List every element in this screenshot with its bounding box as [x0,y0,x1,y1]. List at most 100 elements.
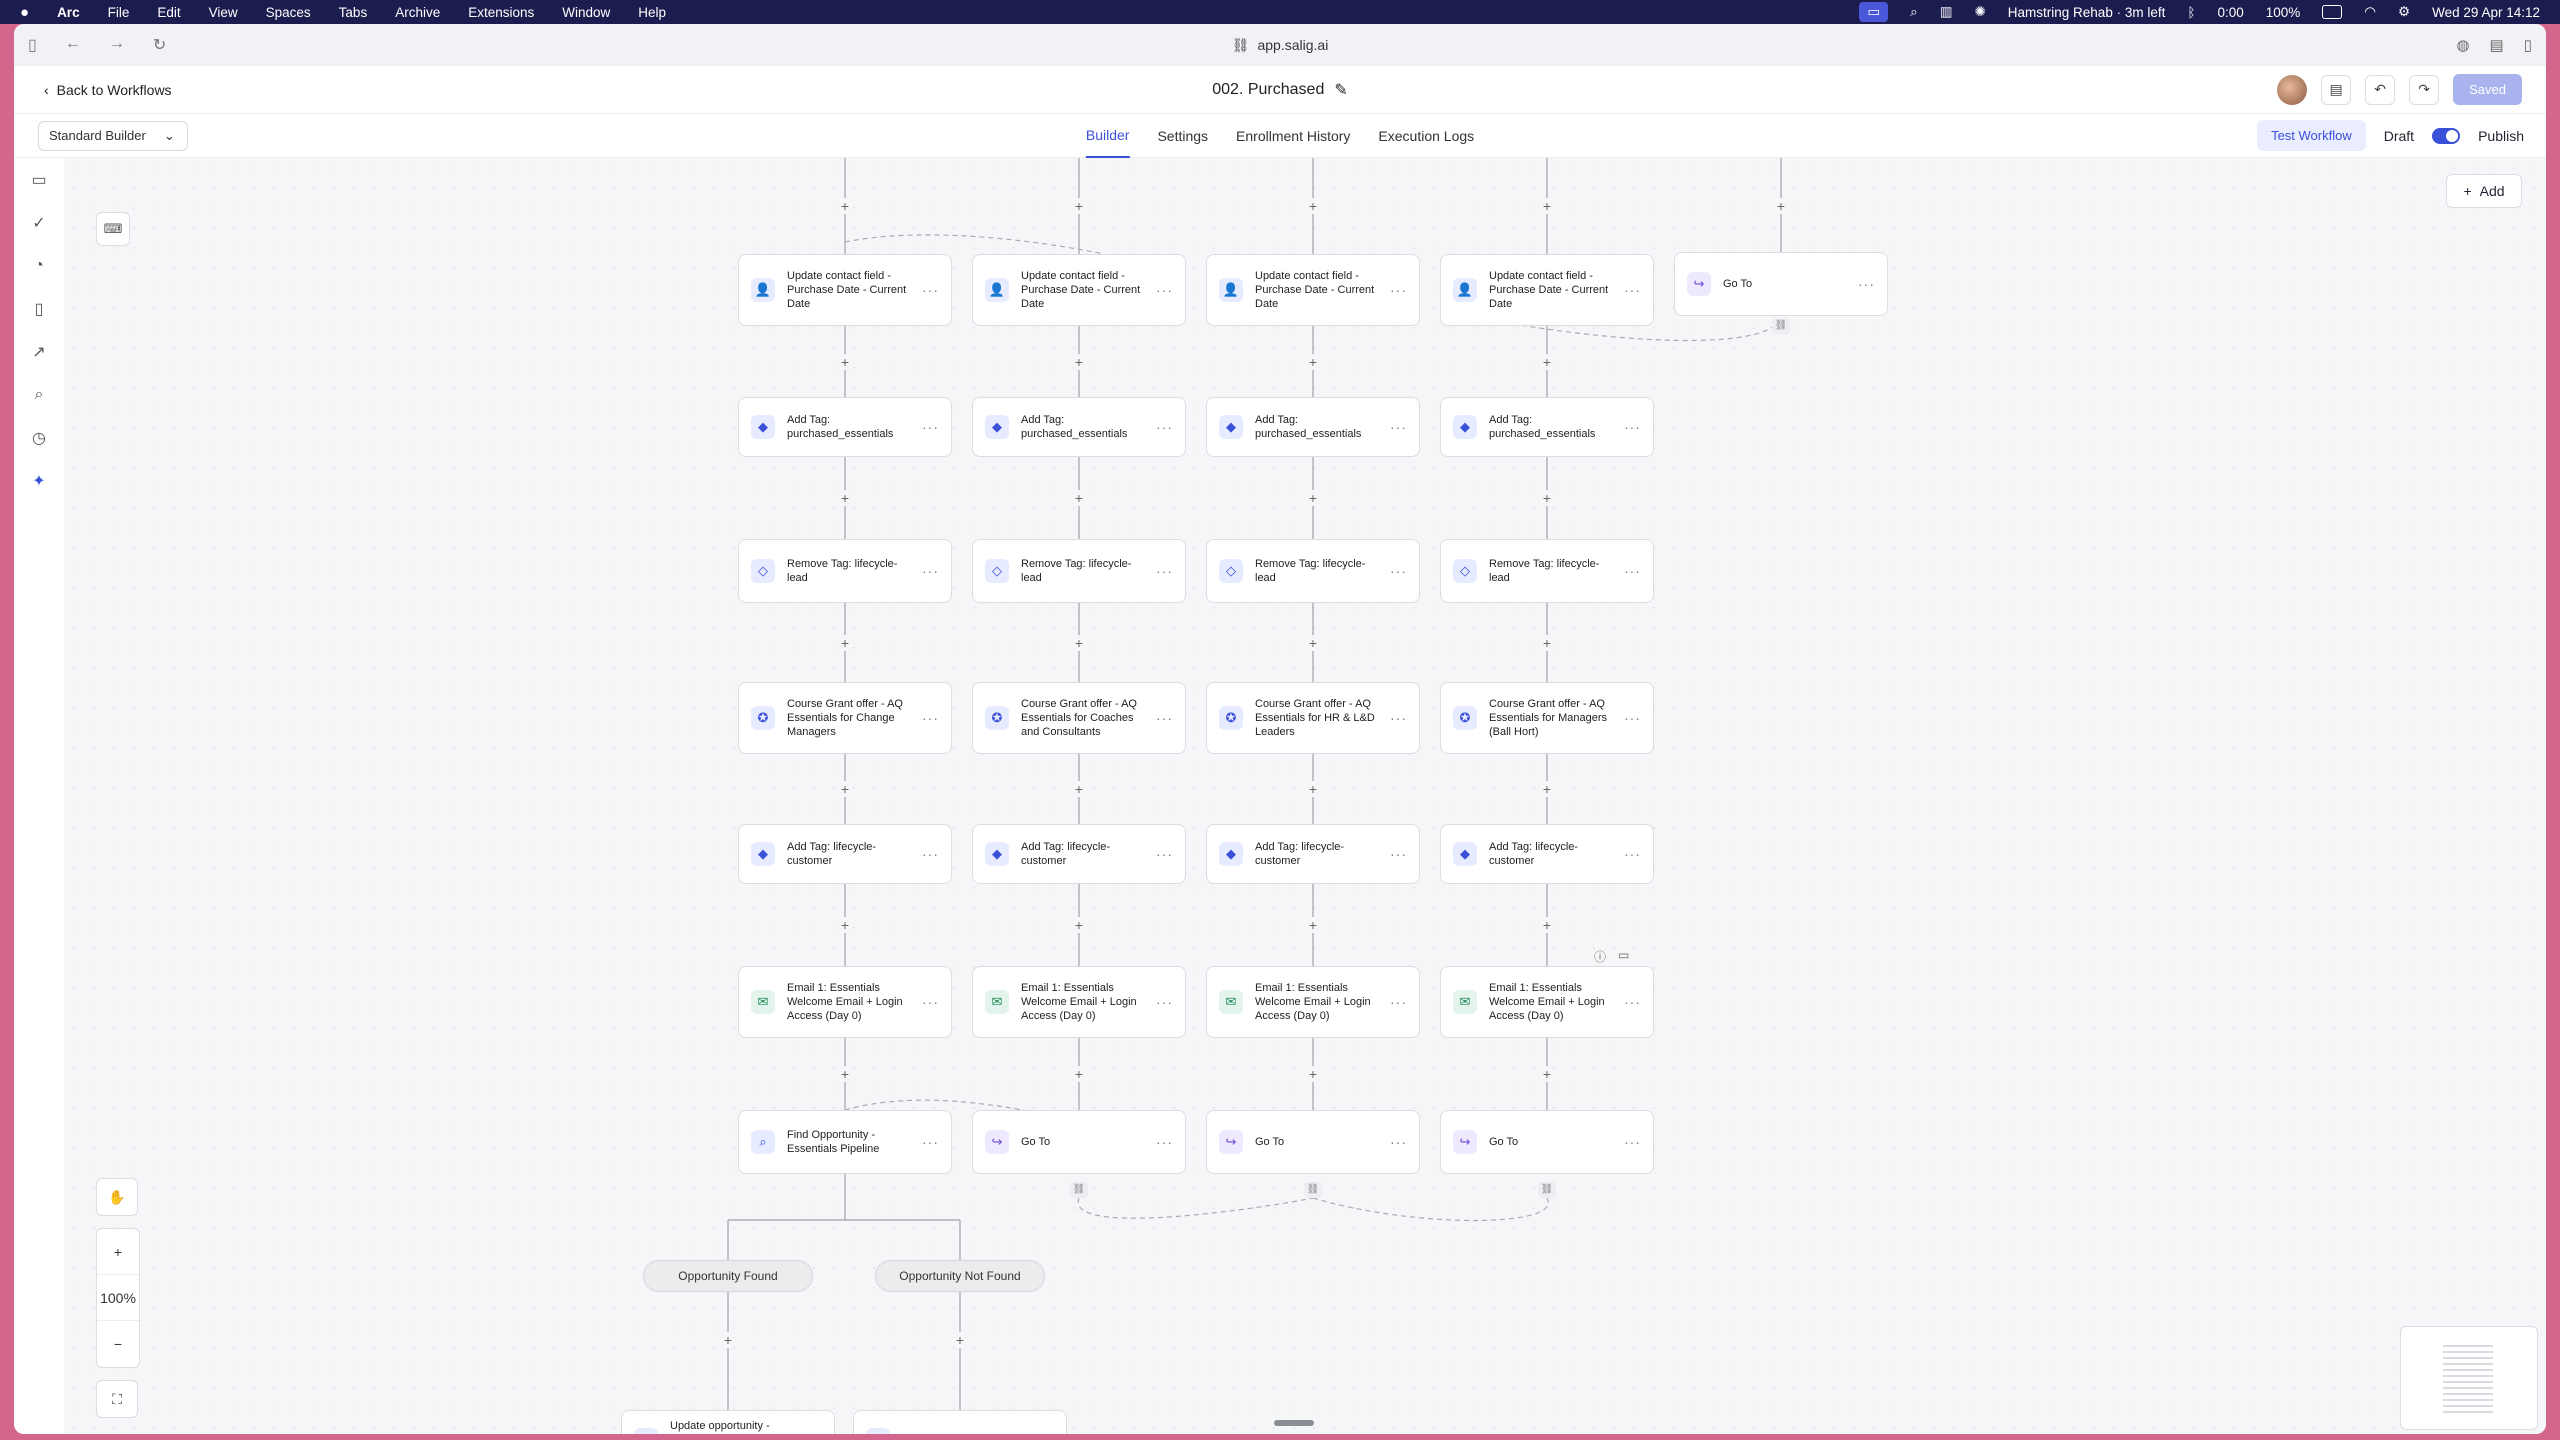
more-options-icon[interactable]: ··· [1037,1432,1054,1434]
workflow-node[interactable]: ↪ Go To ··· [1206,1110,1420,1174]
add-step-icon[interactable]: + [837,1066,853,1082]
more-options-icon[interactable]: ··· [1390,846,1407,862]
more-options-icon[interactable]: ··· [922,846,939,862]
workflow-node[interactable]: ↪ Go To ··· [1440,1110,1654,1174]
workflow-canvas[interactable]: + + + + + + + + + + + + + + + + + + + + + + + + + + + + + 👤 Update con… [64,158,2546,1434]
clock-icon[interactable]: ◷ [14,416,64,459]
goto-link-icon[interactable]: ⛓ [1070,1182,1088,1198]
add-step-icon[interactable]: + [1071,353,1087,370]
add-step-icon[interactable]: + [1539,781,1555,797]
brightness-icon[interactable]: ✺ [1974,4,1985,20]
hand-pan-icon[interactable]: ✋ [96,1178,138,1216]
more-options-icon[interactable]: ··· [922,282,939,298]
tab-execution-logs[interactable]: Execution Logs [1378,114,1474,158]
add-button[interactable]: + Add [2446,174,2522,208]
workflow-node[interactable]: ⌕ Create Opportunity ··· [853,1410,1067,1434]
workflow-node[interactable]: ◇ Remove Tag: lifecycle-lead ··· [1206,539,1420,603]
file-icon[interactable]: ▯ [14,287,64,330]
share-icon[interactable]: ▤ [2490,36,2504,54]
test-workflow-button[interactable]: Test Workflow [2257,120,2366,151]
more-options-icon[interactable]: ··· [1156,710,1173,726]
add-step-icon[interactable]: + [1071,198,1087,214]
notes-icon[interactable]: ▤ [2321,74,2352,105]
undo-icon[interactable]: ↶ [2365,74,2396,105]
more-options-icon[interactable]: ··· [922,710,939,726]
menu-item-spaces[interactable]: Spaces [266,5,311,20]
more-options-icon[interactable]: ··· [1390,1134,1407,1150]
menu-item-view[interactable]: View [209,5,238,20]
workflow-node[interactable]: ◇ Remove Tag: lifecycle-lead ··· [738,539,952,603]
pencil-icon[interactable]: ✎ [1334,80,1347,100]
workflow-node[interactable]: ✉ Email 1: Essentials Welcome Email + Log… [738,966,952,1038]
workflow-node[interactable]: 👤 Update contact field - Purchase Date - … [738,254,952,326]
add-step-icon[interactable]: + [1539,490,1555,506]
more-options-icon[interactable]: ··· [922,1134,939,1150]
sidebar-toggle-icon[interactable]: ▯ [28,35,37,55]
split-view-icon[interactable]: ▯ [2524,36,2532,54]
fit-view-icon[interactable]: ⛶ [96,1380,138,1418]
add-step-icon[interactable]: + [1305,353,1321,370]
apple-menu-icon[interactable]: ● [20,4,29,21]
activity-icon[interactable]: ▥ [1940,4,1953,20]
add-step-icon[interactable]: + [837,198,853,214]
menu-item-file[interactable]: File [108,5,130,20]
add-step-icon[interactable]: + [837,490,853,506]
workflow-node[interactable]: ✪ Course Grant offer - AQ Essentials for … [972,682,1186,754]
workflow-title[interactable]: 002. Purchased ✎ [1212,80,1347,100]
workflow-node[interactable]: ◆ Add Tag: purchased_essentials ··· [1440,397,1654,457]
back-arrow-icon[interactable]: ← [65,35,81,55]
control-center-icon[interactable]: ⚙ [2398,4,2410,20]
stopwatch-label[interactable]: 0:00 [2217,5,2243,20]
keyboard-icon[interactable]: ⌨ [96,212,130,246]
menu-item-extensions[interactable]: Extensions [468,5,534,20]
workflow-node[interactable]: ↪ Go To ··· [1674,252,1888,316]
menu-item-help[interactable]: Help [638,5,666,20]
more-options-icon[interactable]: ··· [1156,282,1173,298]
check-circle-icon[interactable]: ✓ [14,201,64,244]
add-step-icon[interactable]: + [720,1332,736,1348]
external-link-icon[interactable]: ↗ [14,330,64,373]
more-options-icon[interactable]: ··· [1624,563,1641,579]
zoom-in-icon[interactable]: + [97,1229,139,1275]
more-options-icon[interactable]: ··· [1156,563,1173,579]
add-step-icon[interactable]: + [1539,198,1555,214]
workflow-node[interactable]: ↪ Go To ··· [972,1110,1186,1174]
search-icon[interactable]: ⌕ [14,373,64,416]
builder-select[interactable]: Standard Builder ⌄ [38,120,188,151]
add-step-icon[interactable]: + [1305,198,1321,214]
add-step-icon[interactable]: + [1071,781,1087,797]
workflow-node[interactable]: ✪ Course Grant offer - AQ Essentials for … [1440,682,1654,754]
workflow-node[interactable]: ◆ Add Tag: purchased_essentials ··· [1206,397,1420,457]
more-options-icon[interactable]: ··· [1156,994,1173,1010]
more-options-icon[interactable]: ··· [805,1432,822,1434]
tab-settings[interactable]: Settings [1157,114,1208,158]
tab-builder[interactable]: Builder [1085,114,1130,158]
workflow-node[interactable]: ◇ Remove Tag: lifecycle-lead ··· [1440,539,1654,603]
branch-opportunity-not-found[interactable]: Opportunity Not Found [875,1260,1045,1292]
more-options-icon[interactable]: ··· [1624,710,1641,726]
workflow-node[interactable]: ◆ Add Tag: purchased_essentials ··· [972,397,1186,457]
more-options-icon[interactable]: ··· [1390,710,1407,726]
add-step-icon[interactable]: + [1071,1066,1087,1082]
battery-label[interactable]: 100% [2266,5,2301,20]
menu-item-window[interactable]: Window [562,5,610,20]
more-options-icon[interactable]: ··· [1624,846,1641,862]
tab-enrollment-history[interactable]: Enrollment History [1236,114,1350,158]
extension-icon[interactable]: ◍ [2456,36,2469,54]
add-step-icon[interactable]: + [837,353,853,370]
add-step-icon[interactable]: + [952,1332,968,1348]
info-icon[interactable]: ⓘ [1594,948,1606,965]
wifi-icon[interactable]: ◠ [2364,4,2376,20]
workflow-node[interactable]: ◇ Remove Tag: lifecycle-lead ··· [972,539,1186,603]
more-options-icon[interactable]: ··· [1156,846,1173,862]
add-step-icon[interactable]: + [1773,198,1789,214]
back-to-workflows-link[interactable]: ‹ Back to Workflows [14,82,172,98]
more-options-icon[interactable]: ··· [1624,994,1641,1010]
minimap[interactable] [2400,1326,2538,1430]
add-step-icon[interactable]: + [837,917,853,933]
workflow-node[interactable]: ✉ Email 1: Essentials Welcome Email + Log… [1206,966,1420,1038]
saved-button[interactable]: Saved [2453,74,2522,105]
add-step-icon[interactable]: + [1305,781,1321,797]
more-options-icon[interactable]: ··· [1390,282,1407,298]
goto-link-icon[interactable]: ⛓ [1304,1182,1322,1198]
